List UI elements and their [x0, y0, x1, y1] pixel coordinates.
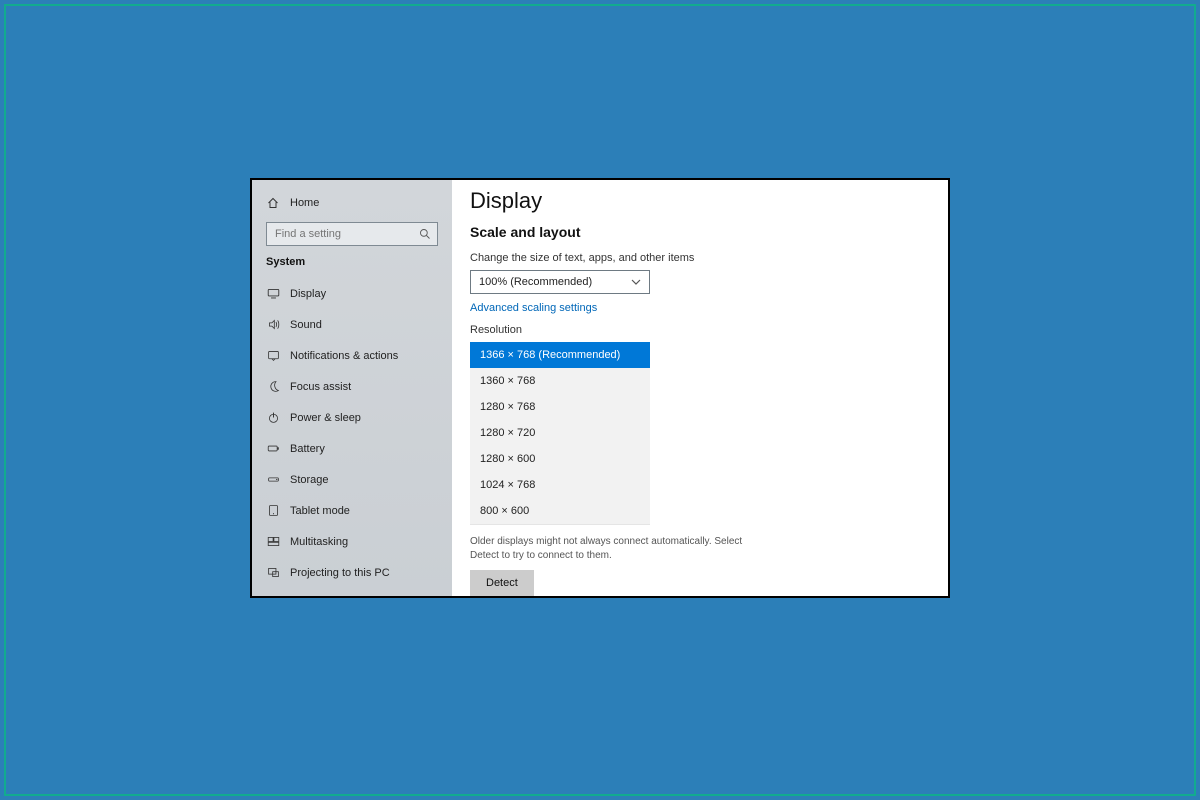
advanced-scaling-link[interactable]: Advanced scaling settings: [470, 302, 948, 314]
sound-icon: [266, 318, 280, 332]
resolution-option[interactable]: 800 × 600: [470, 498, 650, 524]
home-icon: [266, 196, 280, 210]
sidebar-item-label: Battery: [290, 443, 325, 455]
sidebar-item-display[interactable]: Display: [252, 278, 452, 309]
section-heading: Scale and layout: [470, 224, 948, 240]
scale-label: Change the size of text, apps, and other…: [470, 252, 948, 264]
sidebar-home[interactable]: Home: [252, 190, 452, 216]
sidebar-item-battery[interactable]: Battery: [252, 433, 452, 464]
page-title: Display: [470, 188, 948, 214]
display-icon: [266, 287, 280, 301]
resolution-label: Resolution: [470, 324, 948, 336]
resolution-option[interactable]: 1024 × 768: [470, 472, 650, 498]
sidebar-item-label: Tablet mode: [290, 505, 350, 517]
resolution-option[interactable]: 1366 × 768 (Recommended): [470, 342, 650, 368]
search-icon: [419, 227, 431, 241]
sidebar-item-tablet-mode[interactable]: Tablet mode: [252, 495, 452, 526]
sidebar-item-notifications[interactable]: Notifications & actions: [252, 340, 452, 371]
sidebar-item-label: Multitasking: [290, 536, 348, 548]
sidebar-item-focus-assist[interactable]: Focus assist: [252, 371, 452, 402]
search-field[interactable]: [273, 227, 419, 241]
projecting-icon: [266, 566, 280, 580]
content-pane: Display Scale and layout Change the size…: [452, 180, 948, 596]
moon-icon: [266, 380, 280, 394]
sidebar-item-sound[interactable]: Sound: [252, 309, 452, 340]
sidebar-heading: System: [252, 256, 452, 268]
sidebar-item-label: Storage: [290, 474, 329, 486]
sidebar-item-label: Sound: [290, 319, 322, 331]
sidebar-item-label: Display: [290, 288, 326, 300]
sidebar-item-label: Projecting to this PC: [290, 567, 390, 579]
tablet-icon: [266, 504, 280, 518]
sidebar-item-label: Power & sleep: [290, 412, 361, 424]
storage-icon: [266, 473, 280, 487]
resolution-dropdown-open[interactable]: 1366 × 768 (Recommended) 1360 × 768 1280…: [470, 342, 650, 525]
sidebar-item-power-sleep[interactable]: Power & sleep: [252, 402, 452, 433]
search-input[interactable]: [266, 222, 438, 246]
power-icon: [266, 411, 280, 425]
resolution-option[interactable]: 1280 × 720: [470, 420, 650, 446]
detect-note: Older displays might not always connect …: [470, 535, 760, 562]
scale-value: 100% (Recommended): [479, 276, 592, 288]
sidebar-item-multitasking[interactable]: Multitasking: [252, 526, 452, 557]
notifications-icon: [266, 349, 280, 363]
settings-window: Home System Display Sound: [250, 178, 950, 598]
detect-button[interactable]: Detect: [470, 570, 534, 596]
resolution-option[interactable]: 1360 × 768: [470, 368, 650, 394]
sidebar-home-label: Home: [290, 197, 319, 209]
resolution-option[interactable]: 1280 × 768: [470, 394, 650, 420]
sidebar-item-storage[interactable]: Storage: [252, 464, 452, 495]
resolution-option[interactable]: 1280 × 600: [470, 446, 650, 472]
sidebar-item-projecting[interactable]: Projecting to this PC: [252, 557, 452, 588]
sidebar-item-label: Notifications & actions: [290, 350, 398, 362]
multitasking-icon: [266, 535, 280, 549]
scale-dropdown[interactable]: 100% (Recommended): [470, 270, 650, 294]
sidebar: Home System Display Sound: [252, 180, 452, 596]
sidebar-item-label: Focus assist: [290, 381, 351, 393]
battery-icon: [266, 442, 280, 456]
chevron-down-icon: [631, 277, 641, 287]
